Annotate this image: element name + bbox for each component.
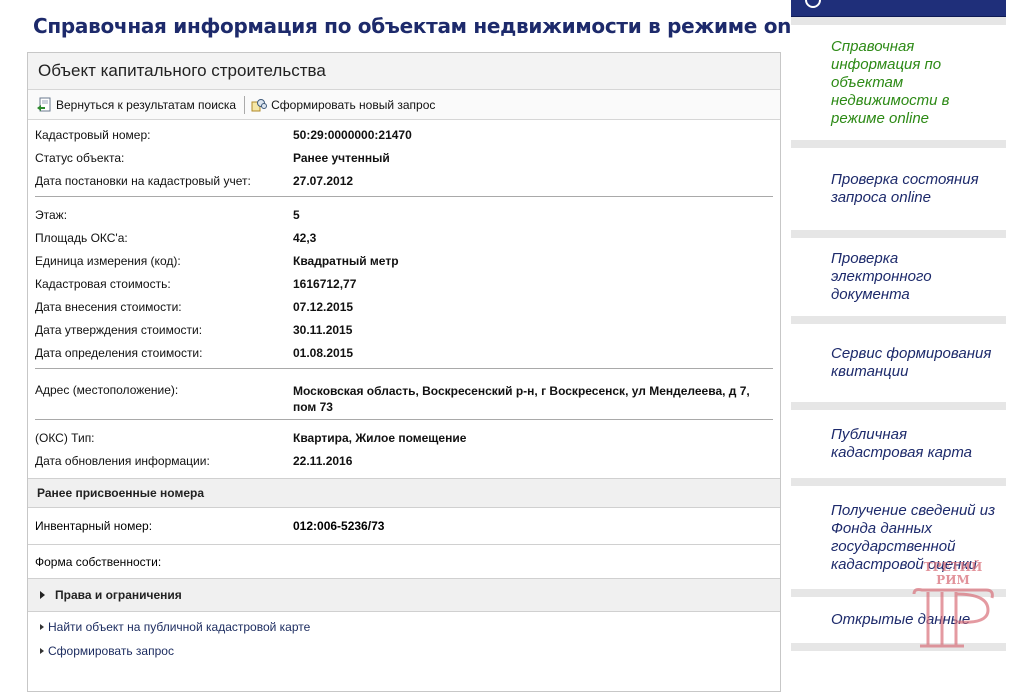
sidebar-item-partial <box>791 651 1006 671</box>
make-request-link[interactable]: Сформировать запрос <box>28 639 780 663</box>
search-binoculars-icon <box>251 98 268 111</box>
toolbar-divider <box>244 95 246 114</box>
back-to-results-button[interactable]: Вернуться к результатам поиска <box>36 97 236 113</box>
field-row: Дата постановки на кадастровый учет: 27.… <box>35 169 772 192</box>
sidebar-item-label: Справочная информация по объектам недвиж… <box>831 37 950 127</box>
toolbar: Вернуться к результатам поиска Сформиров… <box>28 90 780 120</box>
sidebar-item-open-data[interactable]: Открытые данные <box>791 597 1006 643</box>
sidebar-item-edoc-check[interactable]: Проверка электронного документа <box>791 238 1006 316</box>
sidebar-item-receipt[interactable]: Сервис формирования квитанции <box>791 324 1006 402</box>
object-panel: Объект капитального строительства Вернут… <box>27 52 781 692</box>
sidebar-item-label: Сервис формирования квитанции <box>831 345 992 380</box>
prev-numbers-heading: Ранее присвоенные номера <box>28 478 780 508</box>
back-document-icon <box>37 97 51 111</box>
field-label: Статус объекта: <box>35 150 125 165</box>
address-row: Адрес (местоположение): Московская облас… <box>35 375 772 415</box>
sidebar-item-label: Проверка состояния запроса online <box>831 171 979 206</box>
sidebar-gap <box>791 17 1006 25</box>
sidebar-item-online-info[interactable]: Справочная информация по объектам недвиж… <box>791 25 1006 140</box>
field-row: Дата внесения стоимости: 07.12.2015 <box>35 295 772 318</box>
sidebar-gap <box>791 643 1006 651</box>
field-row: Единица измерения (код): Квадратный метр <box>35 249 772 272</box>
field-label: Кадастровая стоимость: <box>35 276 171 291</box>
field-label: (ОКС) Тип: <box>35 430 95 445</box>
address-value: Московская область, Воскресенский р-н, г… <box>293 384 750 414</box>
back-to-results-label: Вернуться к результатам поиска <box>56 97 237 112</box>
field-value: 30.11.2015 <box>293 322 353 337</box>
field-value: Квадратный метр <box>293 253 399 268</box>
field-row: Дата определения стоимости: 01.08.2015 <box>35 341 772 364</box>
bullet-arrow-icon <box>40 624 44 630</box>
new-query-label: Сформировать новый запрос <box>271 97 436 112</box>
field-row: Статус объекта: Ранее учтенный <box>35 146 772 169</box>
field-value: Ранее учтенный <box>293 150 390 165</box>
field-label: Этаж: <box>35 207 68 222</box>
inventory-row: Инвентарный номер: 012:006-5236/73 <box>28 508 780 544</box>
expand-arrow-icon <box>40 591 45 599</box>
field-label: Единица измерения (код): <box>35 253 181 268</box>
sidebar-item-valuation-fund[interactable]: Получение сведений из Фонда данных госуд… <box>791 486 1006 589</box>
field-value: 1616712,77 <box>293 276 357 291</box>
divider <box>35 419 773 420</box>
field-label: Дата внесения стоимости: <box>35 299 182 314</box>
address-label: Адрес (местоположение): <box>35 383 179 397</box>
sidebar-gap <box>791 316 1006 324</box>
public-map-link-label: Найти объект на публичной кадастровой ка… <box>48 620 311 634</box>
sidebar-item-public-map[interactable]: Публичная кадастровая карта <box>791 410 1006 478</box>
field-row: Кадастровая стоимость: 1616712,77 <box>35 272 772 295</box>
field-label: Кадастровый номер: <box>35 127 151 142</box>
field-label: Дата обновления информации: <box>35 453 210 468</box>
field-label: Дата определения стоимости: <box>35 345 203 360</box>
sidebar-item-label: Проверка электронного документа <box>831 250 932 303</box>
divider <box>35 196 773 197</box>
inventory-label: Инвентарный номер: <box>35 519 153 533</box>
object-details: Кадастровый номер: 50:29:0000000:21470 С… <box>28 120 780 478</box>
field-value: 01.08.2015 <box>293 345 354 360</box>
inventory-value: 012:006-5236/73 <box>293 519 385 533</box>
field-label: Дата постановки на кадастровый учет: <box>35 173 251 188</box>
public-map-link[interactable]: Найти объект на публичной кадастровой ка… <box>28 615 780 639</box>
divider <box>35 368 773 369</box>
sidebar: Справочная информация по объектам недвиж… <box>791 0 1006 671</box>
bullet-arrow-icon <box>40 648 44 654</box>
make-request-link-label: Сформировать запрос <box>48 644 174 658</box>
field-value: 22.11.2016 <box>293 453 353 468</box>
field-row: Этаж: 5 <box>35 203 772 226</box>
circle-icon <box>805 0 821 8</box>
field-label: Площадь ОКС'а: <box>35 230 128 245</box>
sidebar-gap <box>791 140 1006 148</box>
sidebar-gap <box>791 589 1006 597</box>
field-value: 27.07.2012 <box>293 173 354 188</box>
field-label: Дата утверждения стоимости: <box>35 322 203 337</box>
field-value: Квартира, Жилое помещение <box>293 430 467 445</box>
new-query-button[interactable]: Сформировать новый запрос <box>251 97 435 113</box>
ownership-row: Форма собственности: <box>28 544 780 579</box>
sidebar-gap <box>791 478 1006 486</box>
rights-label: Права и ограничения <box>55 588 182 602</box>
panel-title: Объект капитального строительства <box>28 53 780 90</box>
sidebar-item-request-status[interactable]: Проверка состояния запроса online <box>791 148 1006 230</box>
field-row: Площадь ОКС'а: 42,3 <box>35 226 772 249</box>
sidebar-item-label: Публичная кадастровая карта <box>831 426 973 461</box>
field-row: Дата обновления информации: 22.11.2016 <box>35 449 772 472</box>
field-value: 5 <box>293 207 300 222</box>
sidebar-item-label: Открытые данные <box>831 611 971 628</box>
sidebar-top-bar <box>791 0 1006 17</box>
field-value: 50:29:0000000:21470 <box>293 127 412 142</box>
sidebar-item-label: Получение сведений из Фонда данных госуд… <box>831 501 996 573</box>
sidebar-gap <box>791 402 1006 410</box>
rights-toggle[interactable]: Права и ограничения <box>28 579 780 612</box>
page-title: Справочная информация по объектам недвиж… <box>33 14 832 38</box>
field-row: Дата утверждения стоимости: 30.11.2015 <box>35 318 772 341</box>
ownership-label: Форма собственности: <box>35 554 162 569</box>
field-row: (ОКС) Тип: Квартира, Жилое помещение <box>35 426 772 449</box>
field-row: Кадастровый номер: 50:29:0000000:21470 <box>35 123 772 146</box>
field-value: 07.12.2015 <box>293 299 354 314</box>
sidebar-gap <box>791 230 1006 238</box>
field-value: 42,3 <box>293 230 317 245</box>
